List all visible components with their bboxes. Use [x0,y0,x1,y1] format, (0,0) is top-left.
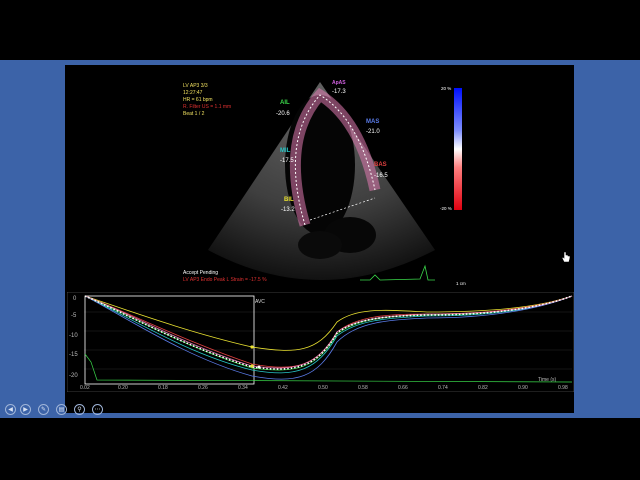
y-tick-3: -15 [69,352,78,358]
segment-ail-name: AIL [280,100,290,106]
heart-rate-label: HR = 61 bpm [183,97,213,103]
accept-status: Accept Pending [183,270,219,276]
pen-icon[interactable]: ✎ [38,404,49,415]
segment-bas-value: -16.5 [374,173,388,179]
ultrasound-sector [208,82,435,281]
avc-point-average [257,365,261,369]
x-tick-12: 0.98 [558,385,568,391]
y-tick-2: -10 [69,333,78,339]
x-tick-10: 0.82 [478,385,488,391]
more-icon[interactable]: ⋯ [92,404,103,415]
scale-unit-label: 1 cm [456,281,466,286]
scale-top-label: 20 % [441,86,452,91]
prev-icon[interactable]: ◀ [5,404,16,415]
x-tick-6: 0.50 [318,385,328,391]
x-tick-2: 0.18 [158,385,168,391]
segment-apas-value: -17.3 [332,89,346,95]
global-strain-label: LV AP3 Endo Peak L Strain = -17.5 % [183,277,267,283]
segment-apas-name: ApAS [332,80,346,86]
strain-color-scale [454,88,462,210]
echo-view: LV AP3 3/3 12:27:47 HR = 61 bpm R. Filte… [180,80,468,290]
la-cavity [298,231,342,259]
top-letterbox [0,0,640,60]
time-label: 12:27:47 [183,90,203,96]
scale-bottom-label: -20 % [440,206,452,211]
segment-bil-name: BIL [284,197,294,203]
x-tick-1: 0.20 [118,385,128,391]
segment-bil-value: -13.2 [281,207,295,213]
filter-label: R. Filter US = 1.1 mm [183,104,232,110]
x-tick-7: 0.58 [358,385,368,391]
zoom-icon[interactable]: ⚲ [74,404,85,415]
beat-label: Beat 1 / 2 [183,111,205,117]
slides-icon[interactable]: ▤ [56,404,67,415]
avc-point-bil [250,345,254,349]
avc-point-global [250,364,254,368]
segment-bas-name: BAS [374,162,387,168]
x-tick-5: 0.42 [278,385,288,391]
x-tick-4: 0.34 [238,385,248,391]
hand-cursor-icon [561,251,571,263]
view-label: LV AP3 3/3 [183,83,208,89]
bottom-letterbox [0,418,640,480]
x-tick-8: 0.66 [398,385,408,391]
segment-mas-value: -21.0 [366,129,380,135]
segment-ail-value: -20.6 [276,111,290,117]
y-tick-1: -5 [71,313,77,319]
avc-marker-label: AVC [255,299,265,305]
segment-mil-name: MIL [280,148,291,154]
next-icon[interactable]: ▶ [20,404,31,415]
y-tick-4: -20 [69,373,78,379]
strain-curves-graph: 0 -5 -10 -15 -20 0.02 0.20 0.18 0.26 0.3… [67,292,574,392]
segment-mas-name: MAS [366,119,380,125]
x-tick-0: 0.02 [80,385,90,391]
x-tick-11: 0.90 [518,385,528,391]
segment-mil-value: -17.5 [280,158,294,164]
x-tick-3: 0.26 [198,385,208,391]
x-tick-9: 0.74 [438,385,448,391]
